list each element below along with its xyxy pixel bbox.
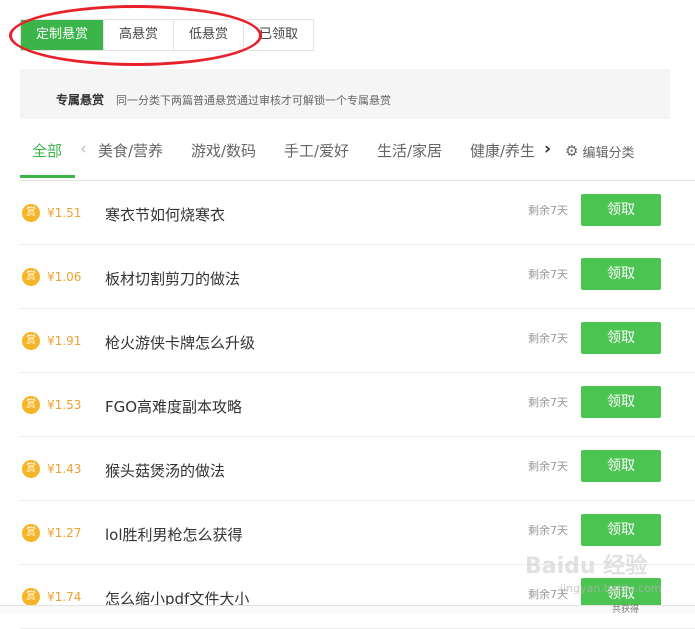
- bounty-amount: ¥1.43: [47, 462, 82, 476]
- list-item: 赏 ¥1.27 lol胜利男枪怎么获得 剩余7天 领取: [20, 501, 695, 565]
- category-all[interactable]: 全部: [32, 140, 62, 161]
- bounty-title[interactable]: 猴头菇煲汤的做法: [105, 460, 225, 481]
- bounty-coin-icon: 赏: [22, 268, 40, 286]
- category-home[interactable]: 生活/家居: [377, 140, 442, 161]
- gear-icon: ⚙: [565, 142, 579, 160]
- bounty-coin-icon: 赏: [22, 396, 40, 414]
- category-food[interactable]: 美食/营养: [98, 140, 163, 161]
- time-remaining: 剩余7天: [528, 268, 568, 281]
- chevron-left-icon[interactable]: ‹: [80, 139, 87, 159]
- claim-button[interactable]: 领取: [581, 386, 661, 418]
- bounty-amount: ¥1.91: [47, 334, 82, 348]
- list-item: 赏 ¥1.51 寒衣节如何烧寒衣 剩余7天 领取: [20, 181, 695, 245]
- list-item: 赏 ¥1.91 枪火游侠卡牌怎么升级 剩余7天 领取: [20, 309, 695, 373]
- bounty-title[interactable]: 板材切割剪刀的做法: [105, 268, 240, 289]
- claim-button[interactable]: 领取: [581, 450, 661, 482]
- category-bar: 全部 ‹ 美食/营养 游戏/数码 手工/爱好 生活/家居 健康/养生 › ⚙ 编…: [20, 124, 695, 181]
- bounty-title[interactable]: 枪火游侠卡牌怎么升级: [105, 332, 255, 353]
- notice-title: 专属悬赏: [56, 93, 105, 107]
- claim-button[interactable]: 领取: [581, 514, 661, 546]
- bounty-coin-icon: 赏: [22, 204, 40, 222]
- time-remaining: 剩余7天: [528, 460, 568, 473]
- bounty-coin-icon: 赏: [22, 524, 40, 542]
- tab-high-bounty[interactable]: 高悬赏: [104, 20, 175, 50]
- bounty-amount: ¥1.27: [47, 526, 82, 540]
- list-item: 赏 ¥1.43 猴头菇煲汤的做法 剩余7天 领取: [20, 437, 695, 501]
- list-item: 赏 ¥1.74 怎么缩小pdf文件大小 剩余7天 领取: [20, 565, 695, 629]
- claim-button[interactable]: 领取: [581, 194, 661, 226]
- tab-custom-bounty[interactable]: 定制悬赏: [21, 20, 105, 50]
- time-remaining: 剩余7天: [528, 332, 568, 345]
- tab-claimed[interactable]: 已领取: [244, 20, 313, 50]
- category-crafts[interactable]: 手工/爱好: [284, 140, 349, 161]
- category-health[interactable]: 健康/养生: [470, 140, 535, 161]
- bounty-title[interactable]: FGO高难度副本攻略: [105, 396, 242, 417]
- list-item: 赏 ¥1.06 板材切割剪刀的做法 剩余7天 领取: [20, 245, 695, 309]
- bounty-coin-icon: 赏: [22, 460, 40, 478]
- tab-low-bounty[interactable]: 低悬赏: [174, 20, 245, 50]
- chevron-right-icon[interactable]: ›: [544, 139, 551, 159]
- bounty-amount: ¥1.51: [47, 206, 82, 220]
- bounty-title[interactable]: 寒衣节如何烧寒衣: [105, 204, 225, 225]
- category-games[interactable]: 游戏/数码: [191, 140, 256, 161]
- list-item: 赏 ¥1.53 FGO高难度副本攻略 剩余7天 领取: [20, 373, 695, 437]
- notice-description: 同一分类下两篇普通悬赏通过审核才可解锁一个专属悬赏: [116, 94, 391, 107]
- bounty-amount: ¥1.53: [47, 398, 82, 412]
- claim-button[interactable]: 领取: [581, 258, 661, 290]
- bounty-amount: ¥1.06: [47, 270, 82, 284]
- bounty-amount: ¥1.74: [47, 590, 82, 604]
- time-remaining: 剩余7天: [528, 396, 568, 409]
- edit-categories-label: 编辑分类: [582, 146, 635, 161]
- claim-button[interactable]: 领取: [581, 322, 661, 354]
- bounty-coin-icon: 赏: [22, 332, 40, 350]
- bounty-page: 定制悬赏 高悬赏 低悬赏 已领取 专属悬赏 同一分类下两篇普通悬赏通过审核才可解…: [0, 0, 695, 629]
- bounty-title[interactable]: lol胜利男枪怎么获得: [105, 524, 243, 545]
- time-remaining: 剩余7天: [528, 524, 568, 537]
- edit-categories-button[interactable]: ⚙ 编辑分类: [565, 142, 635, 162]
- bounty-type-tabs: 定制悬赏 高悬赏 低悬赏 已领取: [20, 19, 315, 51]
- exclusive-bounty-notice: 专属悬赏 同一分类下两篇普通悬赏通过审核才可解锁一个专属悬赏: [20, 69, 670, 119]
- bounty-coin-icon: 赏: [22, 588, 40, 606]
- bounty-list: 赏 ¥1.51 寒衣节如何烧寒衣 剩余7天 领取 赏 ¥1.06 板材切割剪刀的…: [20, 181, 695, 629]
- time-remaining: 剩余7天: [528, 204, 568, 217]
- time-remaining: 剩余7天: [528, 588, 568, 601]
- active-category-underline: [20, 175, 75, 178]
